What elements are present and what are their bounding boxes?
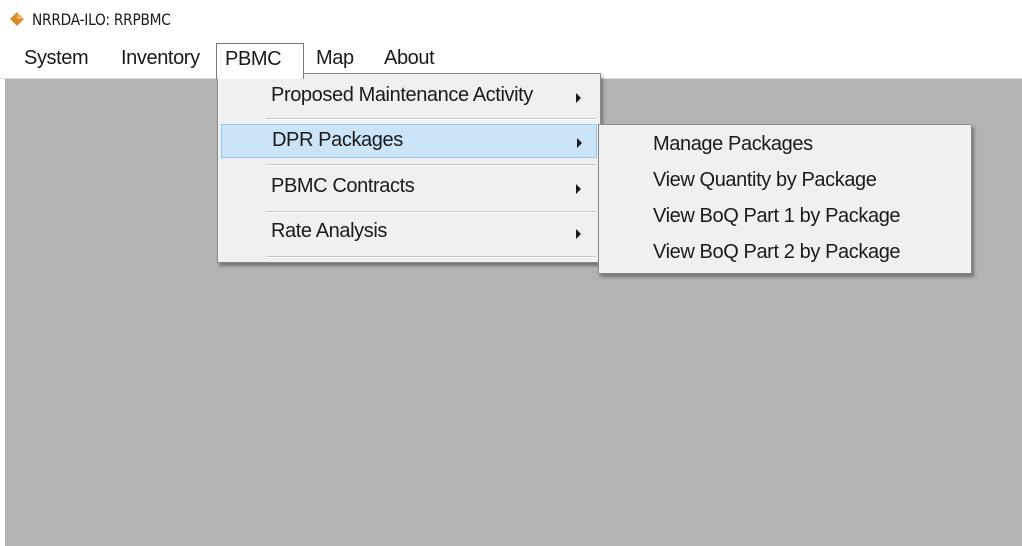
menu-item-proposed-maintenance-activity[interactable]: Proposed Maintenance Activity	[221, 80, 597, 114]
menu-separator	[266, 211, 596, 213]
submenu-item-manage-packages[interactable]: Manage Packages	[653, 133, 813, 156]
submenu-item-view-quantity-by-package[interactable]: View Quantity by Package	[653, 169, 877, 192]
menu-pbmc[interactable]: PBMC	[216, 43, 304, 79]
menu-inventory[interactable]: Inventory	[113, 44, 208, 72]
submenu-arrow-icon	[576, 229, 581, 239]
submenu-arrow-icon	[576, 184, 581, 194]
submenu-item-view-boq-part-1-by-package[interactable]: View BoQ Part 1 by Package	[653, 205, 901, 228]
menu-item-label: PBMC Contracts	[271, 175, 415, 197]
menu-item-label: DPR Packages	[272, 129, 403, 151]
menu-item-label: Proposed Maintenance Activity	[271, 84, 533, 106]
submenu-item-view-boq-part-2-by-package[interactable]: View BoQ Part 2 by Package	[653, 241, 901, 264]
app-icon	[10, 12, 24, 26]
pbmc-dropdown-menu: Proposed Maintenance Activity DPR Packag…	[217, 73, 601, 263]
dpr-packages-submenu: Manage Packages View Quantity by Package…	[598, 124, 972, 274]
menu-separator	[266, 256, 596, 258]
menu-item-label: Rate Analysis	[271, 220, 387, 242]
window-title: NRRDA-ILO: RRPBMC	[32, 10, 171, 29]
menu-item-pbmc-contracts[interactable]: PBMC Contracts	[221, 171, 597, 205]
submenu-arrow-icon	[577, 138, 582, 148]
submenu-arrow-icon	[576, 93, 581, 103]
menu-item-dpr-packages[interactable]: DPR Packages	[221, 124, 597, 158]
menu-separator	[266, 118, 596, 120]
title-bar: NRRDA-ILO: RRPBMC	[0, 0, 1022, 38]
menu-system[interactable]: System	[16, 44, 96, 72]
menu-separator	[266, 164, 596, 166]
menu-item-rate-analysis[interactable]: Rate Analysis	[221, 216, 597, 250]
app-window: NRRDA-ILO: RRPBMC System Inventory PBMC …	[0, 0, 1022, 546]
menu-about[interactable]: About	[376, 44, 442, 72]
menu-map[interactable]: Map	[308, 44, 362, 72]
